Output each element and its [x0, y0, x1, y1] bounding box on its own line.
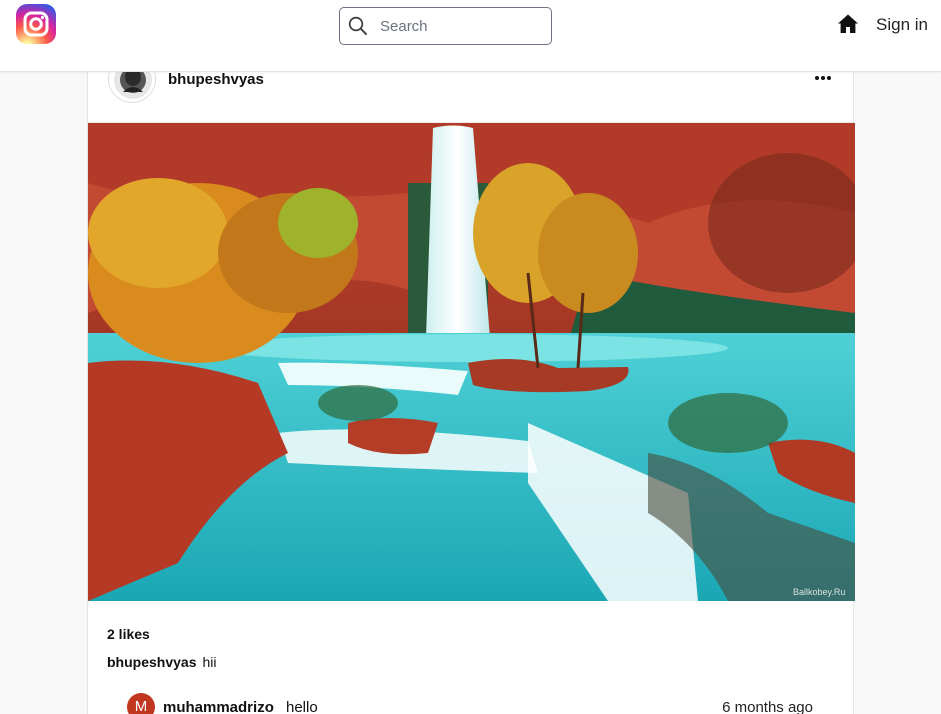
likes-count[interactable]: 2 likes [107, 626, 150, 642]
comment-text: hello [286, 699, 318, 714]
search-icon [348, 16, 367, 35]
post-image[interactable]: Ballkobey.Ru [88, 123, 855, 601]
post-username[interactable]: bhupeshvyas [168, 71, 264, 88]
comment-username[interactable]: muhammadrizo [163, 699, 274, 714]
search-box[interactable] [339, 7, 552, 45]
caption-text: hii [202, 654, 217, 670]
post-caption: bhupeshvyas hii [107, 654, 217, 670]
post-card: bhupeshvyas Ballkobey.Ru 2 likes bhupesh… [87, 40, 855, 714]
search-input[interactable] [380, 16, 545, 36]
waterfall-landscape-image: Ballkobey.Ru [88, 123, 855, 601]
comment-avatar[interactable]: M [127, 693, 155, 714]
comment-item: M muhammadrizo hello 6 months ago [127, 693, 817, 714]
home-icon[interactable] [837, 13, 859, 35]
top-navigation-bar: Sign in [0, 0, 941, 72]
comment-timestamp: 6 months ago [722, 699, 813, 714]
image-watermark: Ballkobey.Ru [793, 587, 845, 597]
caption-username[interactable]: bhupeshvyas [107, 654, 196, 670]
sign-in-link[interactable]: Sign in [876, 15, 928, 35]
instagram-logo-icon[interactable] [16, 4, 56, 44]
more-horizontal-icon[interactable] [814, 75, 832, 81]
